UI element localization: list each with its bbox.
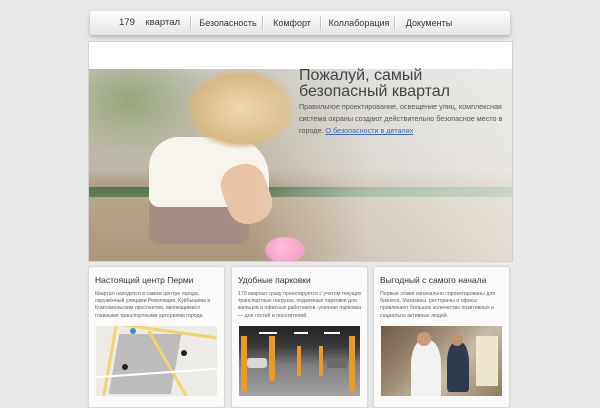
parking-pillar xyxy=(269,336,275,381)
location-map[interactable] xyxy=(96,326,217,396)
person-dark-suit xyxy=(447,342,469,392)
hero-title-line1: Пожалуй, самый xyxy=(299,67,423,84)
brand-logo[interactable]: 179 квартал xyxy=(119,11,180,35)
ceiling-lamp xyxy=(259,332,277,334)
person-white-shirt xyxy=(411,340,441,396)
nav-divider xyxy=(190,16,191,30)
card-parking: Удобные парковки 179 квартал сразу проек… xyxy=(231,266,368,408)
hero-banner: Пожалуй, самый безопасный квартал Правил… xyxy=(88,41,513,262)
cafe-window xyxy=(476,336,498,386)
card-text: Первые этажи изначально спроектированы д… xyxy=(380,291,496,319)
quarter-block xyxy=(108,334,182,394)
map-marker-icon xyxy=(130,328,136,334)
nav-item-collaboration[interactable]: Коллаборация xyxy=(326,11,392,35)
person-head xyxy=(417,332,431,346)
hero-description: Правильное проектирование, освещение ули… xyxy=(299,101,504,137)
parking-photo xyxy=(239,326,360,396)
person-head xyxy=(451,334,463,346)
parked-car xyxy=(327,358,347,368)
card-title: Выгодный с самого начала xyxy=(380,275,487,285)
nav-divider xyxy=(262,16,263,30)
cafe-photo xyxy=(381,326,502,396)
top-navbar: 179 квартал Безопасность Комфорт Коллабо… xyxy=(90,11,510,35)
ceiling-lamp xyxy=(324,332,340,334)
card-business: Выгодный с самого начала Первые этажи из… xyxy=(373,266,510,408)
parking-pillar xyxy=(319,346,323,376)
ceiling-lamp xyxy=(294,332,308,334)
nav-divider xyxy=(394,16,395,30)
nav-item-security[interactable]: Безопасность xyxy=(196,11,260,35)
hero-title: Пожалуй, самый безопасный квартал xyxy=(299,68,509,100)
hero-title-line2: безопасный квартал xyxy=(299,83,451,100)
parking-pillar xyxy=(297,346,301,376)
card-title: Настоящий центр Перми xyxy=(95,275,194,285)
security-details-link[interactable]: О безопасности в деталях xyxy=(326,126,414,135)
card-title: Удобные парковки xyxy=(238,275,311,285)
nav-item-documents[interactable]: Документы xyxy=(401,11,457,35)
card-text: 179 квартал сразу проектируется с учетом… xyxy=(238,291,362,319)
nav-divider xyxy=(320,16,321,30)
card-text: Квартал находится в самом центре города,… xyxy=(95,291,211,319)
nav-item-comfort[interactable]: Комфорт xyxy=(266,11,318,35)
card-city-center: Настоящий центр Перми Квартал находится … xyxy=(88,266,225,408)
map-marker-icon xyxy=(181,350,187,356)
brand-word: квартал xyxy=(145,17,181,28)
brand-number: 179 xyxy=(119,17,135,28)
parked-car xyxy=(247,358,267,368)
map-marker-icon xyxy=(122,364,128,370)
parking-pillar xyxy=(349,336,355,391)
